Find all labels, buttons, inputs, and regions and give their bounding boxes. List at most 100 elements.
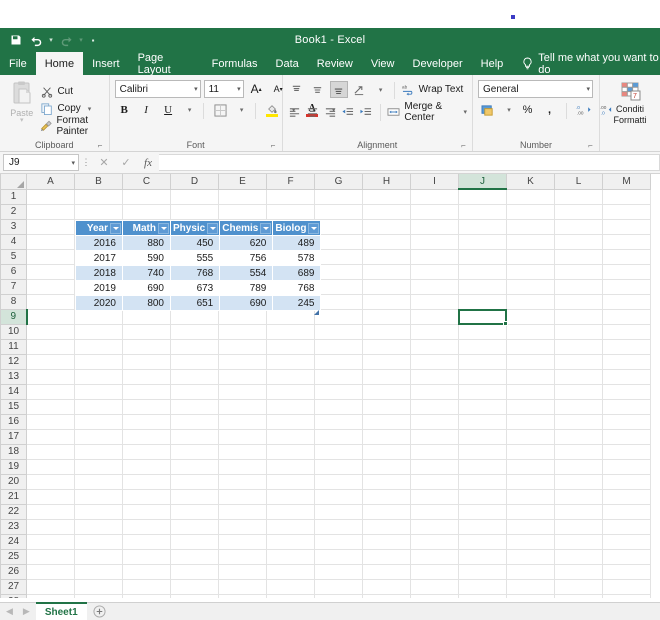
grid-cell-C19[interactable]	[122, 458, 171, 475]
table-cell[interactable]: 689	[272, 265, 322, 281]
grid-cell-M22[interactable]	[602, 503, 651, 520]
column-header-F[interactable]: F	[266, 174, 315, 190]
grid-cell-J25[interactable]	[458, 548, 507, 565]
grid-cell-C2[interactable]	[122, 203, 171, 220]
grid-cell-H10[interactable]	[362, 323, 411, 340]
grid-cell-J15[interactable]	[458, 398, 507, 415]
clipboard-dialog-launcher[interactable]: ⌐	[96, 141, 105, 150]
table-cell[interactable]: 2018	[75, 265, 123, 281]
grid-cell-G10[interactable]	[314, 323, 363, 340]
grid-cell-C16[interactable]	[122, 413, 171, 430]
grid-cell-K14[interactable]	[506, 383, 555, 400]
grid-cell-J21[interactable]	[458, 488, 507, 505]
grid-cell-J26[interactable]	[458, 563, 507, 580]
grid-cell-I18[interactable]	[410, 443, 459, 460]
grid-cell-E27[interactable]	[218, 578, 267, 595]
underline-dropdown-icon[interactable]: ▾	[181, 101, 196, 119]
grid-cell-H26[interactable]	[362, 563, 411, 580]
grid-cell-H20[interactable]	[362, 473, 411, 490]
conditional-formatting-button[interactable]: 7 Conditi Formatti	[605, 79, 655, 138]
decrease-indent-icon[interactable]	[340, 103, 355, 120]
grid-cell-A25[interactable]	[26, 548, 75, 565]
grid-cell-K23[interactable]	[506, 518, 555, 535]
grid-cell-J14[interactable]	[458, 383, 507, 400]
table-column-header-1[interactable]: Math	[122, 220, 171, 236]
grid-cell-K22[interactable]	[506, 503, 555, 520]
grid-cell-B20[interactable]	[74, 473, 123, 490]
row-header-12[interactable]: 12	[0, 353, 27, 370]
grid-cell-I8[interactable]	[410, 293, 459, 310]
grid-cell-A26[interactable]	[26, 563, 75, 580]
grid-cell-K17[interactable]	[506, 428, 555, 445]
merge-center-button[interactable]: Merge & Center ▾	[387, 101, 467, 123]
filter-dropdown-icon[interactable]	[308, 222, 320, 234]
next-sheet-icon[interactable]: ▶	[23, 606, 30, 617]
grid-cell-G24[interactable]	[314, 533, 363, 550]
row-header-7[interactable]: 7	[0, 278, 27, 295]
grid-cell-A12[interactable]	[26, 353, 75, 370]
grid-cell-F15[interactable]	[266, 398, 315, 415]
grid-cell-C28[interactable]	[122, 593, 171, 598]
grid-cell-F21[interactable]	[266, 488, 315, 505]
tab-review[interactable]: Review	[308, 52, 362, 75]
grid-cell-A5[interactable]	[26, 248, 75, 265]
grid-cell-K21[interactable]	[506, 488, 555, 505]
grid-cell-F24[interactable]	[266, 533, 315, 550]
grid-cell-I12[interactable]	[410, 353, 459, 370]
paste-dropdown-icon[interactable]: ▾	[20, 117, 24, 124]
table-cell[interactable]: 489	[272, 235, 322, 251]
grid-cell-G4[interactable]	[314, 233, 363, 250]
accounting-dropdown-icon[interactable]: ▾	[500, 101, 515, 119]
merge-center-dropdown-icon[interactable]: ▾	[463, 108, 467, 116]
accounting-format-icon[interactable]	[478, 101, 497, 119]
grid-cell-H19[interactable]	[362, 458, 411, 475]
grid-cell-J27[interactable]	[458, 578, 507, 595]
grid-cell-G22[interactable]	[314, 503, 363, 520]
copy-dropdown-icon[interactable]: ▾	[88, 105, 92, 113]
grid-cell-F12[interactable]	[266, 353, 315, 370]
table-cell[interactable]: 789	[219, 280, 274, 296]
grid-cell-G18[interactable]	[314, 443, 363, 460]
grid-cell-I5[interactable]	[410, 248, 459, 265]
grid-cell-L2[interactable]	[554, 203, 603, 220]
column-header-E[interactable]: E	[218, 174, 267, 190]
grid-cell-A11[interactable]	[26, 338, 75, 355]
grid-cell-K24[interactable]	[506, 533, 555, 550]
row-header-11[interactable]: 11	[0, 338, 27, 355]
grid-cell-B9[interactable]	[74, 308, 123, 325]
font-name-combo[interactable]: Calibri ▾	[114, 80, 201, 98]
grid-cell-M15[interactable]	[602, 398, 651, 415]
column-header-J[interactable]: J	[458, 174, 507, 190]
grid-cell-D27[interactable]	[170, 578, 219, 595]
grid-cell-J16[interactable]	[458, 413, 507, 430]
grid-cell-H12[interactable]	[362, 353, 411, 370]
row-header-22[interactable]: 22	[0, 503, 27, 520]
grid-cell-B17[interactable]	[74, 428, 123, 445]
grid-cell-D2[interactable]	[170, 203, 219, 220]
grid-cell-I22[interactable]	[410, 503, 459, 520]
grid-cell-G5[interactable]	[314, 248, 363, 265]
grid-cell-C12[interactable]	[122, 353, 171, 370]
grid-cell-H13[interactable]	[362, 368, 411, 385]
grid-cell-A8[interactable]	[26, 293, 75, 310]
grid-cell-E13[interactable]	[218, 368, 267, 385]
grid-cell-I11[interactable]	[410, 338, 459, 355]
grid-cell-J8[interactable]	[458, 293, 507, 310]
grid-cell-E24[interactable]	[218, 533, 267, 550]
grid-cell-L10[interactable]	[554, 323, 603, 340]
tab-data[interactable]: Data	[267, 52, 308, 75]
grid-cell-B13[interactable]	[74, 368, 123, 385]
grid-cell-A14[interactable]	[26, 383, 75, 400]
grid-cell-K1[interactable]	[506, 188, 555, 205]
row-header-28[interactable]: 28	[0, 593, 27, 598]
grid-cell-I2[interactable]	[410, 203, 459, 220]
table-cell[interactable]: 578	[272, 250, 322, 266]
grid-cell-H1[interactable]	[362, 188, 411, 205]
grid-cell-J6[interactable]	[458, 263, 507, 280]
row-header-19[interactable]: 19	[0, 458, 27, 475]
align-left-icon[interactable]	[288, 103, 303, 120]
grid-cell-M8[interactable]	[602, 293, 651, 310]
grid-cell-E21[interactable]	[218, 488, 267, 505]
row-header-16[interactable]: 16	[0, 413, 27, 430]
grid-cell-A24[interactable]	[26, 533, 75, 550]
